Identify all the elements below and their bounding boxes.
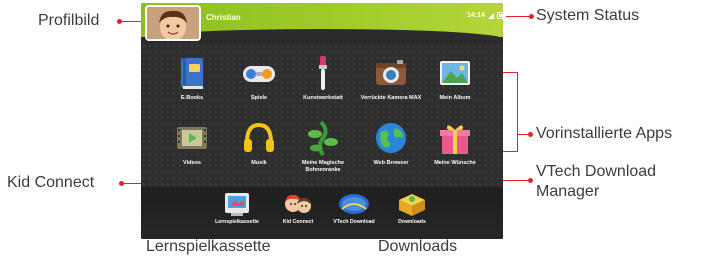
callout-download-manager-line1: VTech Download [536,163,657,180]
app-label: Verrückte Kamera MAX [360,95,422,101]
wifi-icon [487,12,494,19]
app-label: Web Browser [373,160,409,166]
app-spiele[interactable]: Spiele [227,55,291,102]
app-label: Videos [183,160,201,166]
dock-label: Lernspielkassette [215,219,259,225]
callout-downloads: Downloads [378,238,458,255]
photo-album-icon [437,55,473,91]
dock-downloads[interactable]: Downloads [382,191,442,225]
app-label: Musik [251,160,267,166]
dock-label: Kid Connect [282,219,314,225]
dock-lernspielkassette[interactable]: Lernspielkassette [207,191,267,225]
kid-connect-icon [282,191,314,217]
callout-system-status: System Status [536,7,640,24]
camera-icon [373,55,409,91]
paintbrush-icon [305,55,341,91]
app-musik[interactable]: Musik [227,120,291,167]
app-ebooks[interactable]: E-Books [160,55,224,102]
app-mein-album[interactable]: Mein Album [423,55,487,102]
app-label: Spiele [250,95,268,101]
gamepad-icon [241,55,277,91]
app-kunstwerkstatt[interactable]: Kunstwerkstatt [291,55,355,102]
app-meine-wuensche[interactable]: Meine Wünsche [423,120,487,167]
battery-icon [496,12,503,19]
profile-picture[interactable] [145,5,201,41]
gift-icon [437,120,473,156]
callout-vorinstallierte-apps: Vorinstallierte Apps [536,125,673,142]
dock-label: Downloads [398,219,426,225]
film-icon [174,120,210,156]
app-label: Mein Album [439,95,471,101]
downloads-icon [396,191,428,217]
download-manager-icon [338,191,370,217]
app-web-browser[interactable]: Web Browser [359,120,423,167]
clock: 14:14 [467,12,485,19]
headphones-icon [241,120,277,156]
callout-download-manager-line2: Manager [536,183,600,200]
app-label: Kunstwerkstatt [303,95,343,101]
system-status[interactable]: 14:14 [467,12,503,19]
callout-kid-connect: Kid Connect [7,174,95,191]
globe-icon [373,120,409,156]
child-face-icon [147,7,199,39]
app-label: Meine Magische Bohnenranke [301,160,345,173]
beanstalk-icon [305,120,341,157]
username: Christian [206,13,241,22]
callout-profilbild: Profilbild [38,12,100,29]
cartridge-icon [221,191,253,217]
app-label: Meine Wünsche [434,160,476,166]
app-videos[interactable]: Videos [160,120,224,167]
app-magische-bohnenranke[interactable]: Meine Magische Bohnenranke [291,120,355,173]
dock-kid-connect[interactable]: Kid Connect [268,191,328,225]
dock-label: VTech Download [333,219,375,225]
app-label: E-Books [180,95,204,101]
book-icon [174,55,210,91]
dock-vtech-download[interactable]: VTech Download [324,191,384,225]
app-verrueckte-kamera[interactable]: Verrückte Kamera MAX [359,55,423,102]
tablet-screen: Christian 14:14 E-Books Spiele Kunstwerk… [141,3,503,239]
callout-lernspielkassette: Lernspielkassette [146,238,271,255]
